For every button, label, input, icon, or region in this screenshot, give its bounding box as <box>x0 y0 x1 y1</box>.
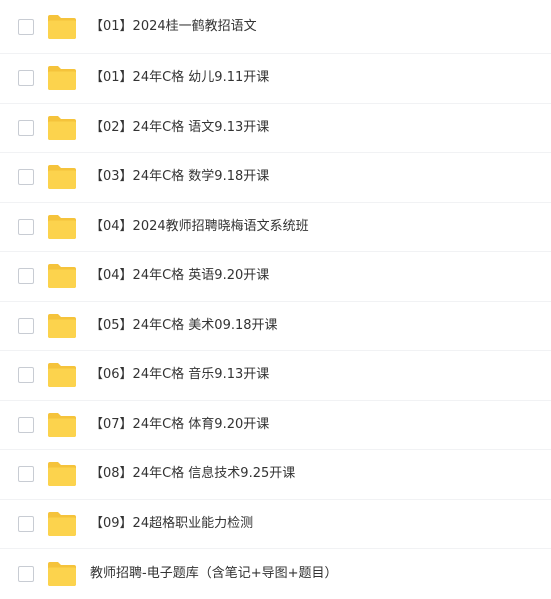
file-row[interactable]: 【02】24年C格 语文9.13开课 <box>0 104 551 153</box>
folder-icon <box>48 66 76 91</box>
folder-icon <box>48 115 76 140</box>
folder-icon <box>48 264 76 289</box>
file-name[interactable]: 【07】24年C格 体育9.20开课 <box>90 417 269 433</box>
file-name[interactable]: 【03】24年C格 数学9.18开课 <box>90 169 269 185</box>
checkbox-icon[interactable] <box>18 565 34 582</box>
file-name[interactable]: 【05】24年C格 美术09.18开课 <box>90 318 278 334</box>
folder-icon <box>48 214 76 239</box>
file-row[interactable]: 【09】24超格职业能力检测 <box>0 500 551 549</box>
file-name[interactable]: 【04】2024教师招聘晓梅语文系统班 <box>90 219 309 235</box>
file-row[interactable]: 【01】24年C格 幼儿9.11开课 <box>0 54 551 104</box>
folder-icon <box>48 462 76 487</box>
file-name[interactable]: 【08】24年C格 信息技术9.25开课 <box>90 466 295 482</box>
checkbox-icon[interactable] <box>18 515 34 532</box>
file-row[interactable]: 【07】24年C格 体育9.20开课 <box>0 401 551 450</box>
checkbox-icon[interactable] <box>18 268 34 285</box>
file-name[interactable]: 【02】24年C格 语文9.13开课 <box>90 120 269 136</box>
folder-icon <box>48 363 76 388</box>
folder-icon <box>48 561 76 586</box>
file-name[interactable]: 【06】24年C格 音乐9.13开课 <box>90 367 269 383</box>
file-row[interactable]: 【03】24年C格 数学9.18开课 <box>0 153 551 203</box>
checkbox-icon[interactable] <box>18 367 34 384</box>
file-name[interactable]: 【01】2024桂一鹤教招语文 <box>90 19 257 35</box>
folder-icon <box>48 313 76 338</box>
checkbox-icon[interactable] <box>18 317 34 334</box>
file-row[interactable]: 【04】24年C格 英语9.20开课 <box>0 252 551 302</box>
folder-icon <box>48 165 76 190</box>
file-row[interactable]: 【05】24年C格 美术09.18开课 <box>0 302 551 351</box>
checkbox-icon[interactable] <box>18 218 34 235</box>
checkbox-icon[interactable] <box>18 18 34 35</box>
file-list: 【01】2024桂一鹤教招语文 【01】24年C格 幼儿9.11开课 【02】2… <box>0 0 551 594</box>
file-name[interactable]: 【09】24超格职业能力检测 <box>90 516 253 532</box>
file-row[interactable]: 【06】24年C格 音乐9.13开课 <box>0 351 551 401</box>
checkbox-icon[interactable] <box>18 169 34 186</box>
file-name[interactable]: 【04】24年C格 英语9.20开课 <box>90 268 269 284</box>
file-row[interactable]: 【08】24年C格 信息技术9.25开课 <box>0 450 551 500</box>
checkbox-icon[interactable] <box>18 416 34 433</box>
file-name[interactable]: 教师招聘-电子题库（含笔记+导图+题目） <box>90 566 337 582</box>
checkbox-icon[interactable] <box>18 119 34 136</box>
file-row[interactable]: 教师招聘-电子题库（含笔记+导图+题目） <box>0 549 551 599</box>
folder-icon <box>48 14 76 39</box>
checkbox-icon[interactable] <box>18 70 34 87</box>
folder-icon <box>48 511 76 536</box>
file-row[interactable]: 【01】2024桂一鹤教招语文 <box>0 0 551 54</box>
file-name[interactable]: 【01】24年C格 幼儿9.11开课 <box>90 70 269 86</box>
folder-icon <box>48 412 76 437</box>
checkbox-icon[interactable] <box>18 466 34 483</box>
file-row[interactable]: 【04】2024教师招聘晓梅语文系统班 <box>0 203 551 252</box>
